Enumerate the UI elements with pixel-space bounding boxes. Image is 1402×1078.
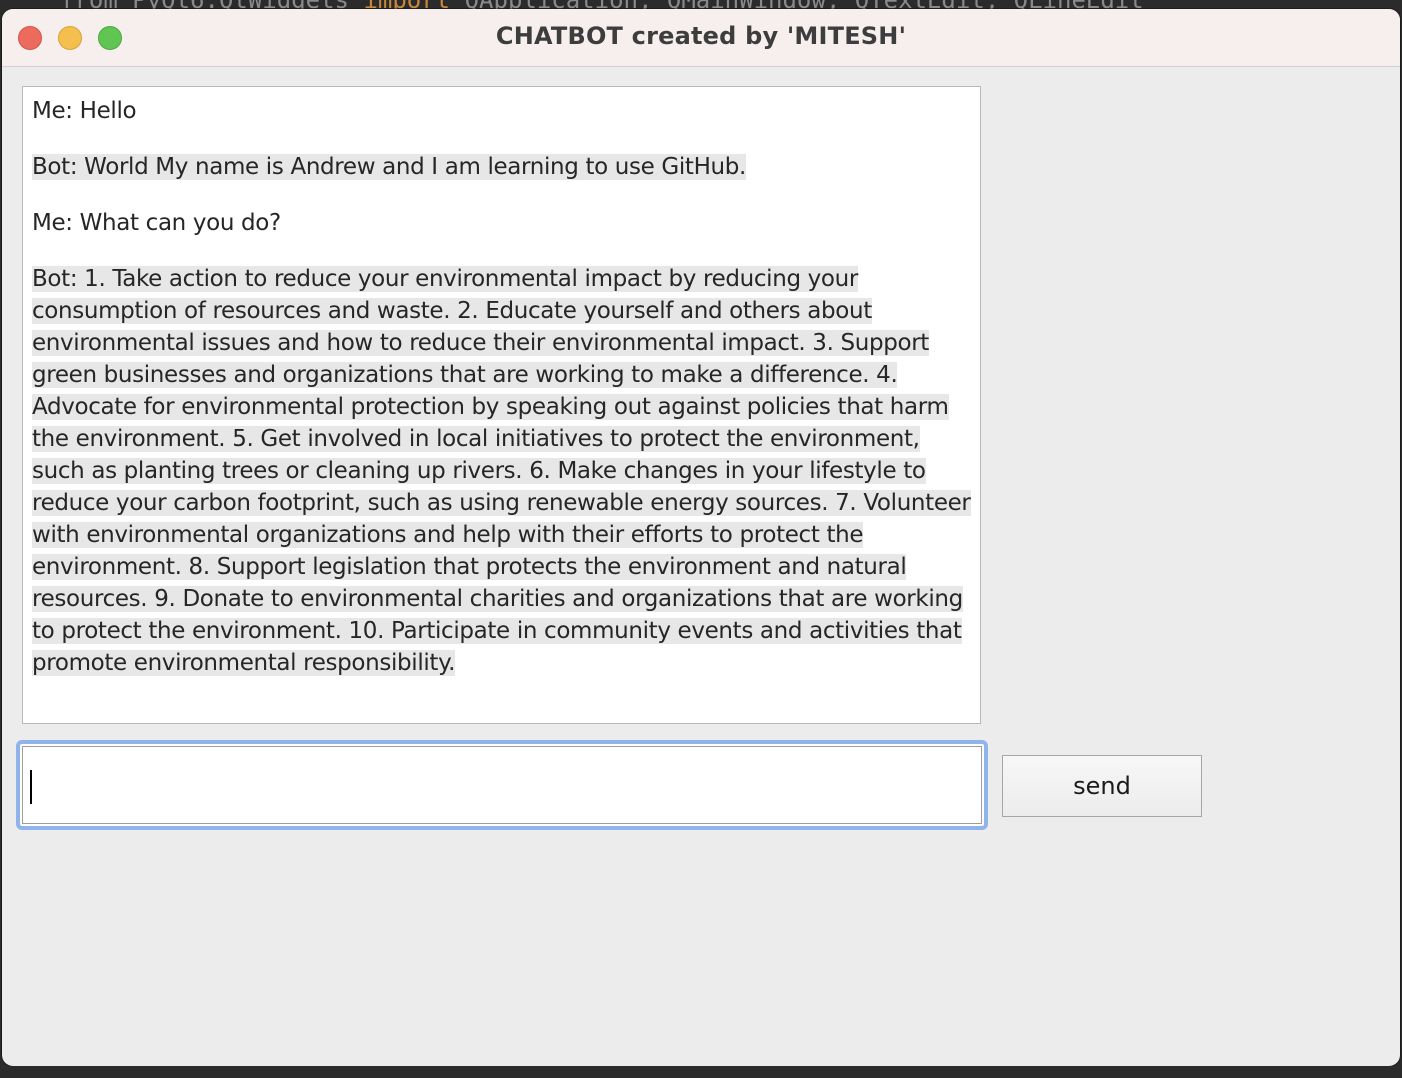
desktop-strip bbox=[0, 1066, 1402, 1078]
chat-message-me: Me: Hello bbox=[32, 95, 974, 127]
message-input-focus-ring bbox=[16, 740, 988, 830]
send-button[interactable]: send bbox=[1002, 755, 1202, 817]
chat-message-text: Me: What can you do? bbox=[32, 210, 281, 236]
chat-message-text: Bot: World My name is Andrew and I am le… bbox=[32, 154, 746, 180]
text-cursor bbox=[30, 770, 32, 804]
chat-message-me: Me: What can you do? bbox=[32, 207, 974, 239]
window-title: CHATBOT created by 'MITESH' bbox=[495, 22, 907, 50]
chatbot-window: CHATBOT created by 'MITESH' Me: Hello Bo… bbox=[2, 9, 1400, 1066]
message-input[interactable] bbox=[22, 746, 982, 824]
chat-message-bot: Bot: World My name is Andrew and I am le… bbox=[32, 151, 974, 183]
chat-message-text: Bot: 1. Take action to reduce your envir… bbox=[32, 266, 971, 676]
chat-message-text: Me: Hello bbox=[32, 98, 137, 124]
chat-message-bot: Bot: 1. Take action to reduce your envir… bbox=[32, 263, 974, 679]
title-bar: CHATBOT created by 'MITESH' bbox=[2, 9, 1400, 67]
chat-log[interactable]: Me: Hello Bot: World My name is Andrew a… bbox=[22, 86, 981, 724]
